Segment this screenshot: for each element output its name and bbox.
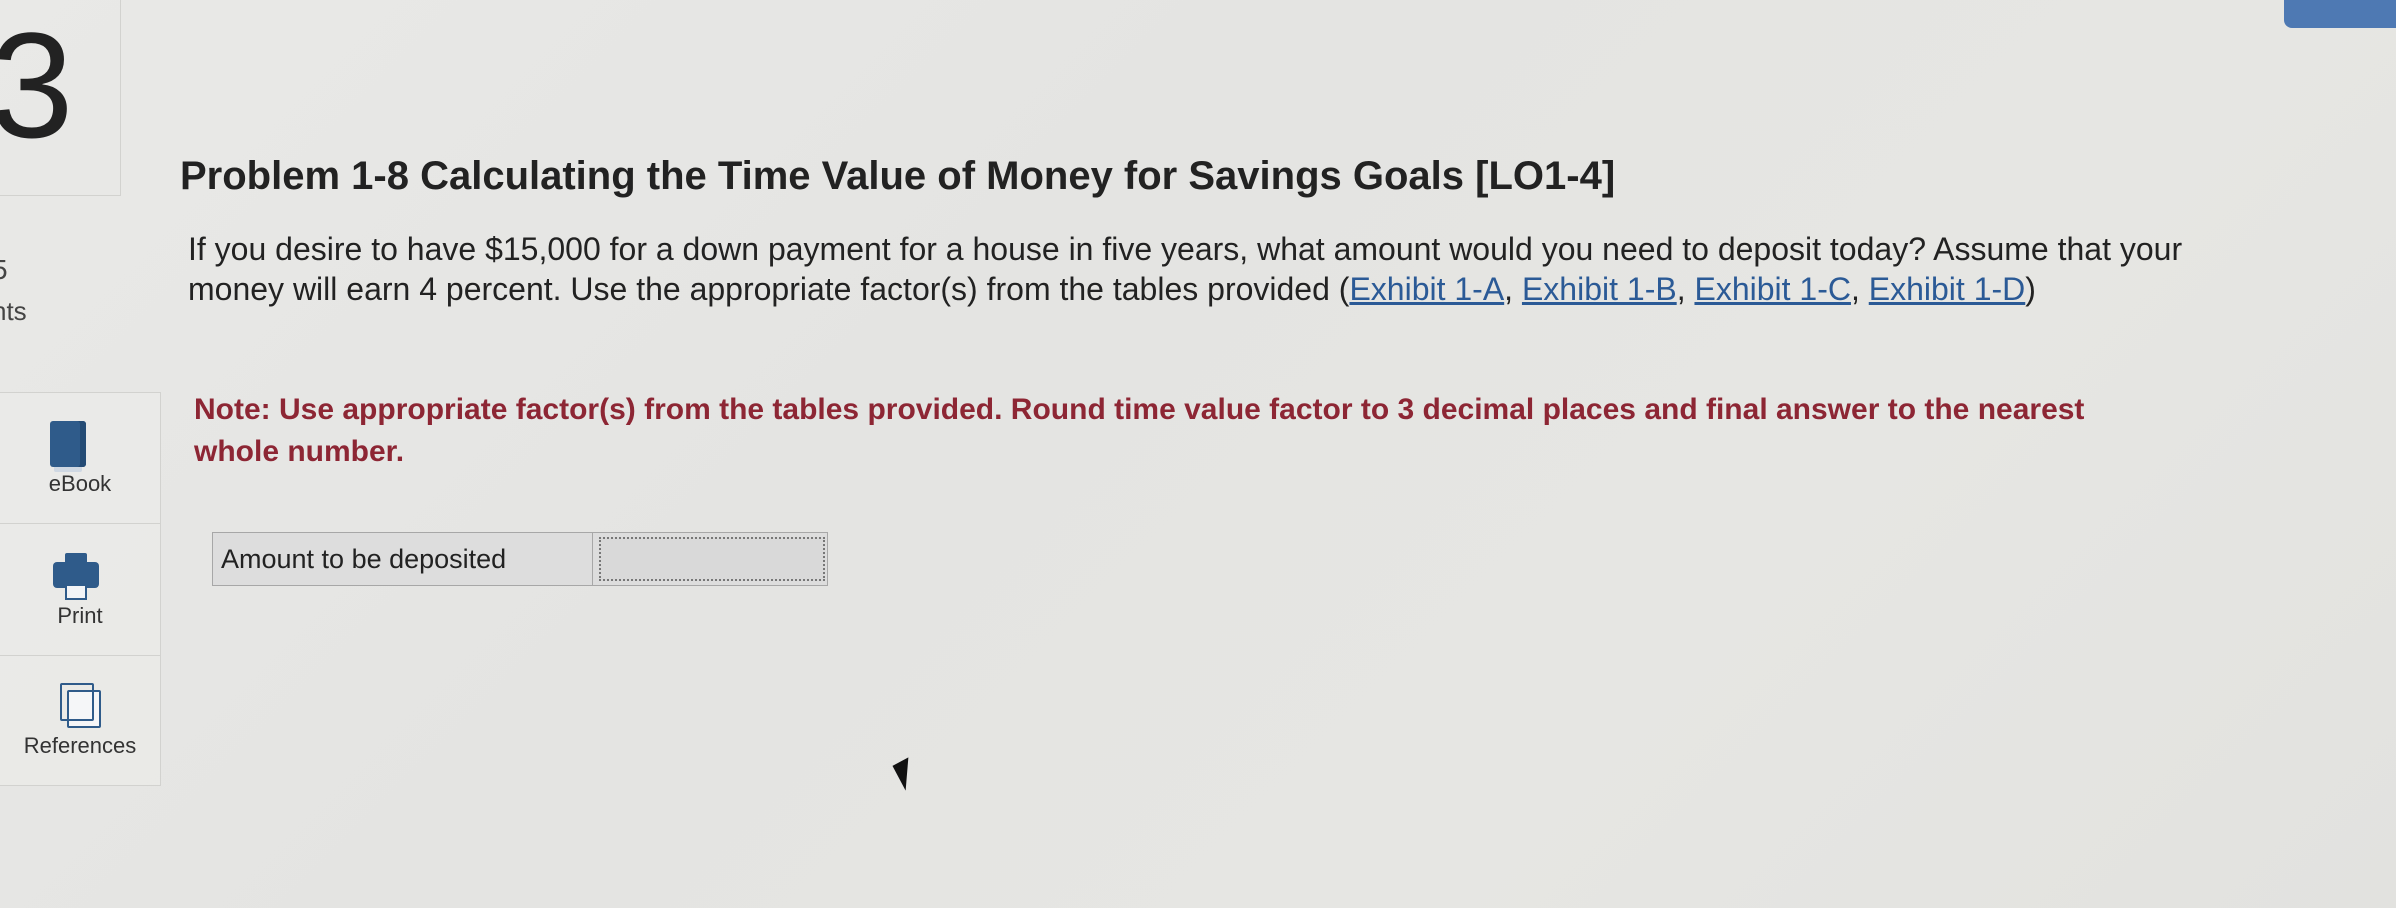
problem-text: If you desire to have $15,000 for a down… <box>188 229 2198 309</box>
link-separator: , <box>1504 271 1522 307</box>
answer-table: Amount to be deposited <box>212 532 828 586</box>
exhibit-1-b-link[interactable]: Exhibit 1-B <box>1522 271 1677 307</box>
references-label: References <box>23 733 137 758</box>
print-label: Print <box>57 603 103 628</box>
question-number: 3 <box>0 1 74 169</box>
points-label: nts <box>0 296 27 326</box>
exhibit-1-a-link[interactable]: Exhibit 1-A <box>1349 271 1504 307</box>
references-icon <box>60 683 101 728</box>
references-button[interactable]: References <box>0 656 160 784</box>
ebook-label: eBook <box>48 471 112 496</box>
problem-title: Problem 1-8 Calculating the Time Value o… <box>180 153 1616 198</box>
amount-deposited-label: Amount to be deposited <box>213 533 593 585</box>
link-separator: , <box>1676 271 1695 307</box>
book-icon <box>50 421 86 472</box>
exhibit-1-d-link[interactable]: Exhibit 1-D <box>1869 271 2026 307</box>
amount-deposited-input[interactable] <box>599 537 825 581</box>
instruction-note: Note: Use appropriate factor(s) from the… <box>194 393 2085 468</box>
print-button[interactable]: Print <box>0 524 160 654</box>
exhibit-1-c-link[interactable]: Exhibit 1-C <box>1694 271 1851 307</box>
points-value: 5 <box>0 254 8 286</box>
link-separator: , <box>1850 271 1869 307</box>
problem-text-end: ) <box>2025 271 2036 307</box>
tools-panel: eBook Print References <box>0 392 161 786</box>
ebook-button[interactable]: eBook <box>0 393 160 523</box>
problem-content: Problem 1-8 Calculating the Time Value o… <box>180 0 2320 908</box>
question-number-panel: 3 <box>0 0 121 196</box>
printer-icon <box>53 553 99 600</box>
